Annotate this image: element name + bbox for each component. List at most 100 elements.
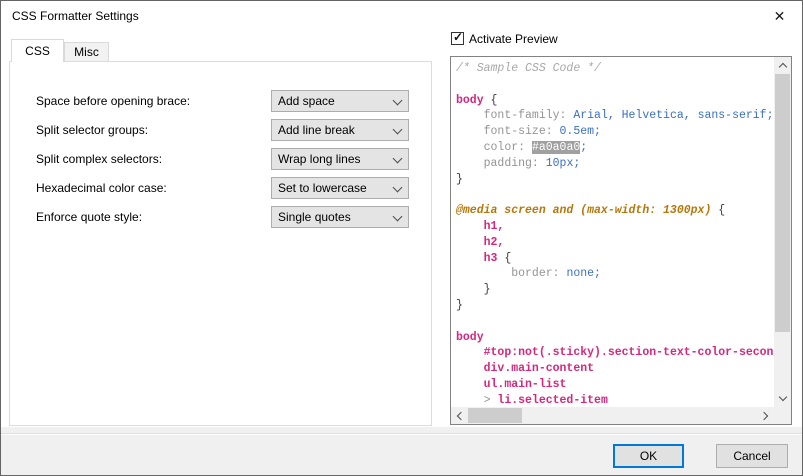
code-token: > [484, 394, 498, 407]
code-token [456, 346, 484, 359]
dialog-content: CSS Misc Space before opening brace: Add… [1, 31, 802, 427]
code-line: @media screen and (max-width: 1300px) { [456, 203, 774, 219]
tab-css[interactable]: CSS [11, 39, 64, 62]
code-line [456, 314, 774, 330]
code-line: > li.selected-item [456, 393, 774, 407]
dialog-title: CSS Formatter Settings [12, 9, 139, 23]
code-line: body [456, 330, 774, 346]
code-token [456, 141, 484, 154]
scrollbar-corner [774, 407, 791, 424]
code-line: h3 { [456, 251, 774, 267]
scroll-right-button[interactable] [757, 407, 774, 424]
check-icon: ✓ [453, 30, 463, 44]
code-line: color: #a0a0a0; [456, 140, 774, 156]
setting-label-hex-color-case: Hexadecimal color case: [36, 177, 167, 199]
code-line: h1, [456, 219, 774, 235]
code-token: none; [566, 267, 601, 280]
code-token: { [711, 204, 725, 217]
code-line: ul.main-list [456, 377, 774, 393]
setting-label-split-selector-groups: Split selector groups: [36, 119, 148, 141]
code-token: border: [511, 267, 559, 280]
scroll-up-button[interactable] [774, 57, 791, 74]
code-token: #top:not(.sticky).section-text-color-sec… [484, 346, 774, 359]
code-token [456, 125, 484, 138]
code-token: h1, [484, 220, 505, 233]
code-token: body [456, 94, 484, 107]
code-token [456, 236, 484, 249]
dropdown-selected-value: Add space [278, 91, 335, 111]
button-bar: OK Cancel [1, 427, 802, 475]
enforce-quote-style-dropdown[interactable]: Single quotes [271, 206, 409, 228]
close-button[interactable]: ✕ [757, 1, 802, 31]
code-token: } [484, 283, 491, 296]
horizontal-scrollbar[interactable] [451, 407, 774, 424]
code-token [456, 394, 484, 407]
tab-misc[interactable]: Misc [64, 42, 109, 62]
code-token: font-size: [484, 125, 553, 138]
code-line: #top:not(.sticky).section-text-color-sec… [456, 345, 774, 361]
setting-row: Hexadecimal color case: Set to lowercase [36, 177, 417, 199]
code-editor[interactable]: /* Sample CSS Code */ body { font-family:… [451, 57, 774, 407]
setting-row: Enforce quote style: Single quotes [36, 206, 417, 228]
code-token [456, 283, 484, 296]
code-token: /* Sample CSS Code */ [456, 62, 601, 75]
code-token: div.main-content [484, 362, 594, 375]
code-token: body [456, 331, 484, 344]
css-tab-panel: Space before opening brace: Add space Sp… [9, 61, 432, 426]
split-complex-selectors-dropdown[interactable]: Wrap long lines [271, 148, 409, 170]
code-token: ; [580, 141, 587, 154]
activate-preview-checkbox[interactable]: ✓ [451, 32, 464, 45]
chevron-down-icon [778, 393, 786, 401]
code-token: { [484, 94, 498, 107]
chevron-right-icon [760, 411, 768, 419]
code-token: { [497, 252, 511, 265]
code-token: font-family: [484, 109, 567, 122]
title-bar[interactable]: CSS Formatter Settings ✕ [1, 1, 802, 31]
css-formatter-settings-dialog: CSS Formatter Settings ✕ CSS Misc Space … [0, 0, 803, 476]
code-token [456, 220, 484, 233]
setting-label-split-complex-selectors: Split complex selectors: [36, 148, 162, 170]
vertical-scrollbar-thumb[interactable] [775, 74, 790, 332]
code-token [456, 362, 484, 375]
scroll-down-button[interactable] [774, 390, 791, 407]
code-token: @media screen and (max-width: 1300px) [456, 204, 711, 217]
chevron-down-icon [393, 183, 403, 193]
cancel-button[interactable]: Cancel [716, 444, 788, 468]
code-line [456, 77, 774, 93]
space-before-brace-dropdown[interactable]: Add space [271, 90, 409, 112]
setting-row: Split selector groups: Add line break [36, 119, 417, 141]
dropdown-selected-value: Add line break [278, 120, 355, 140]
setting-row: Split complex selectors: Wrap long lines [36, 148, 417, 170]
code-line: } [456, 282, 774, 298]
code-token [456, 157, 484, 170]
code-token [539, 157, 546, 170]
code-line: h2, [456, 235, 774, 251]
chevron-down-icon [393, 125, 403, 135]
chevron-down-icon [393, 96, 403, 106]
scroll-left-button[interactable] [451, 407, 468, 424]
setting-row: Space before opening brace: Add space [36, 90, 417, 112]
horizontal-scrollbar-thumb[interactable] [468, 408, 522, 423]
code-line: padding: 10px; [456, 156, 774, 172]
code-line [456, 187, 774, 203]
code-token: h3 [484, 252, 498, 265]
split-selector-groups-dropdown[interactable]: Add line break [271, 119, 409, 141]
code-token: h2, [484, 236, 505, 249]
code-token [456, 252, 484, 265]
vertical-scrollbar[interactable] [774, 57, 791, 407]
code-token: } [456, 173, 463, 186]
code-token [456, 109, 484, 122]
code-token: ul.main-list [484, 378, 567, 391]
code-line: } [456, 172, 774, 188]
chevron-down-icon [393, 154, 403, 164]
code-line: } [456, 298, 774, 314]
dropdown-selected-value: Wrap long lines [278, 149, 361, 169]
code-token: color: [484, 141, 525, 154]
code-token [525, 141, 532, 154]
setting-label-enforce-quote-style: Enforce quote style: [36, 206, 142, 228]
code-token [456, 378, 484, 391]
css-preview-pane: /* Sample CSS Code */ body { font-family:… [450, 56, 792, 425]
code-token: li.selected-item [497, 394, 607, 407]
ok-button[interactable]: OK [613, 444, 684, 468]
hex-color-case-dropdown[interactable]: Set to lowercase [271, 177, 409, 199]
